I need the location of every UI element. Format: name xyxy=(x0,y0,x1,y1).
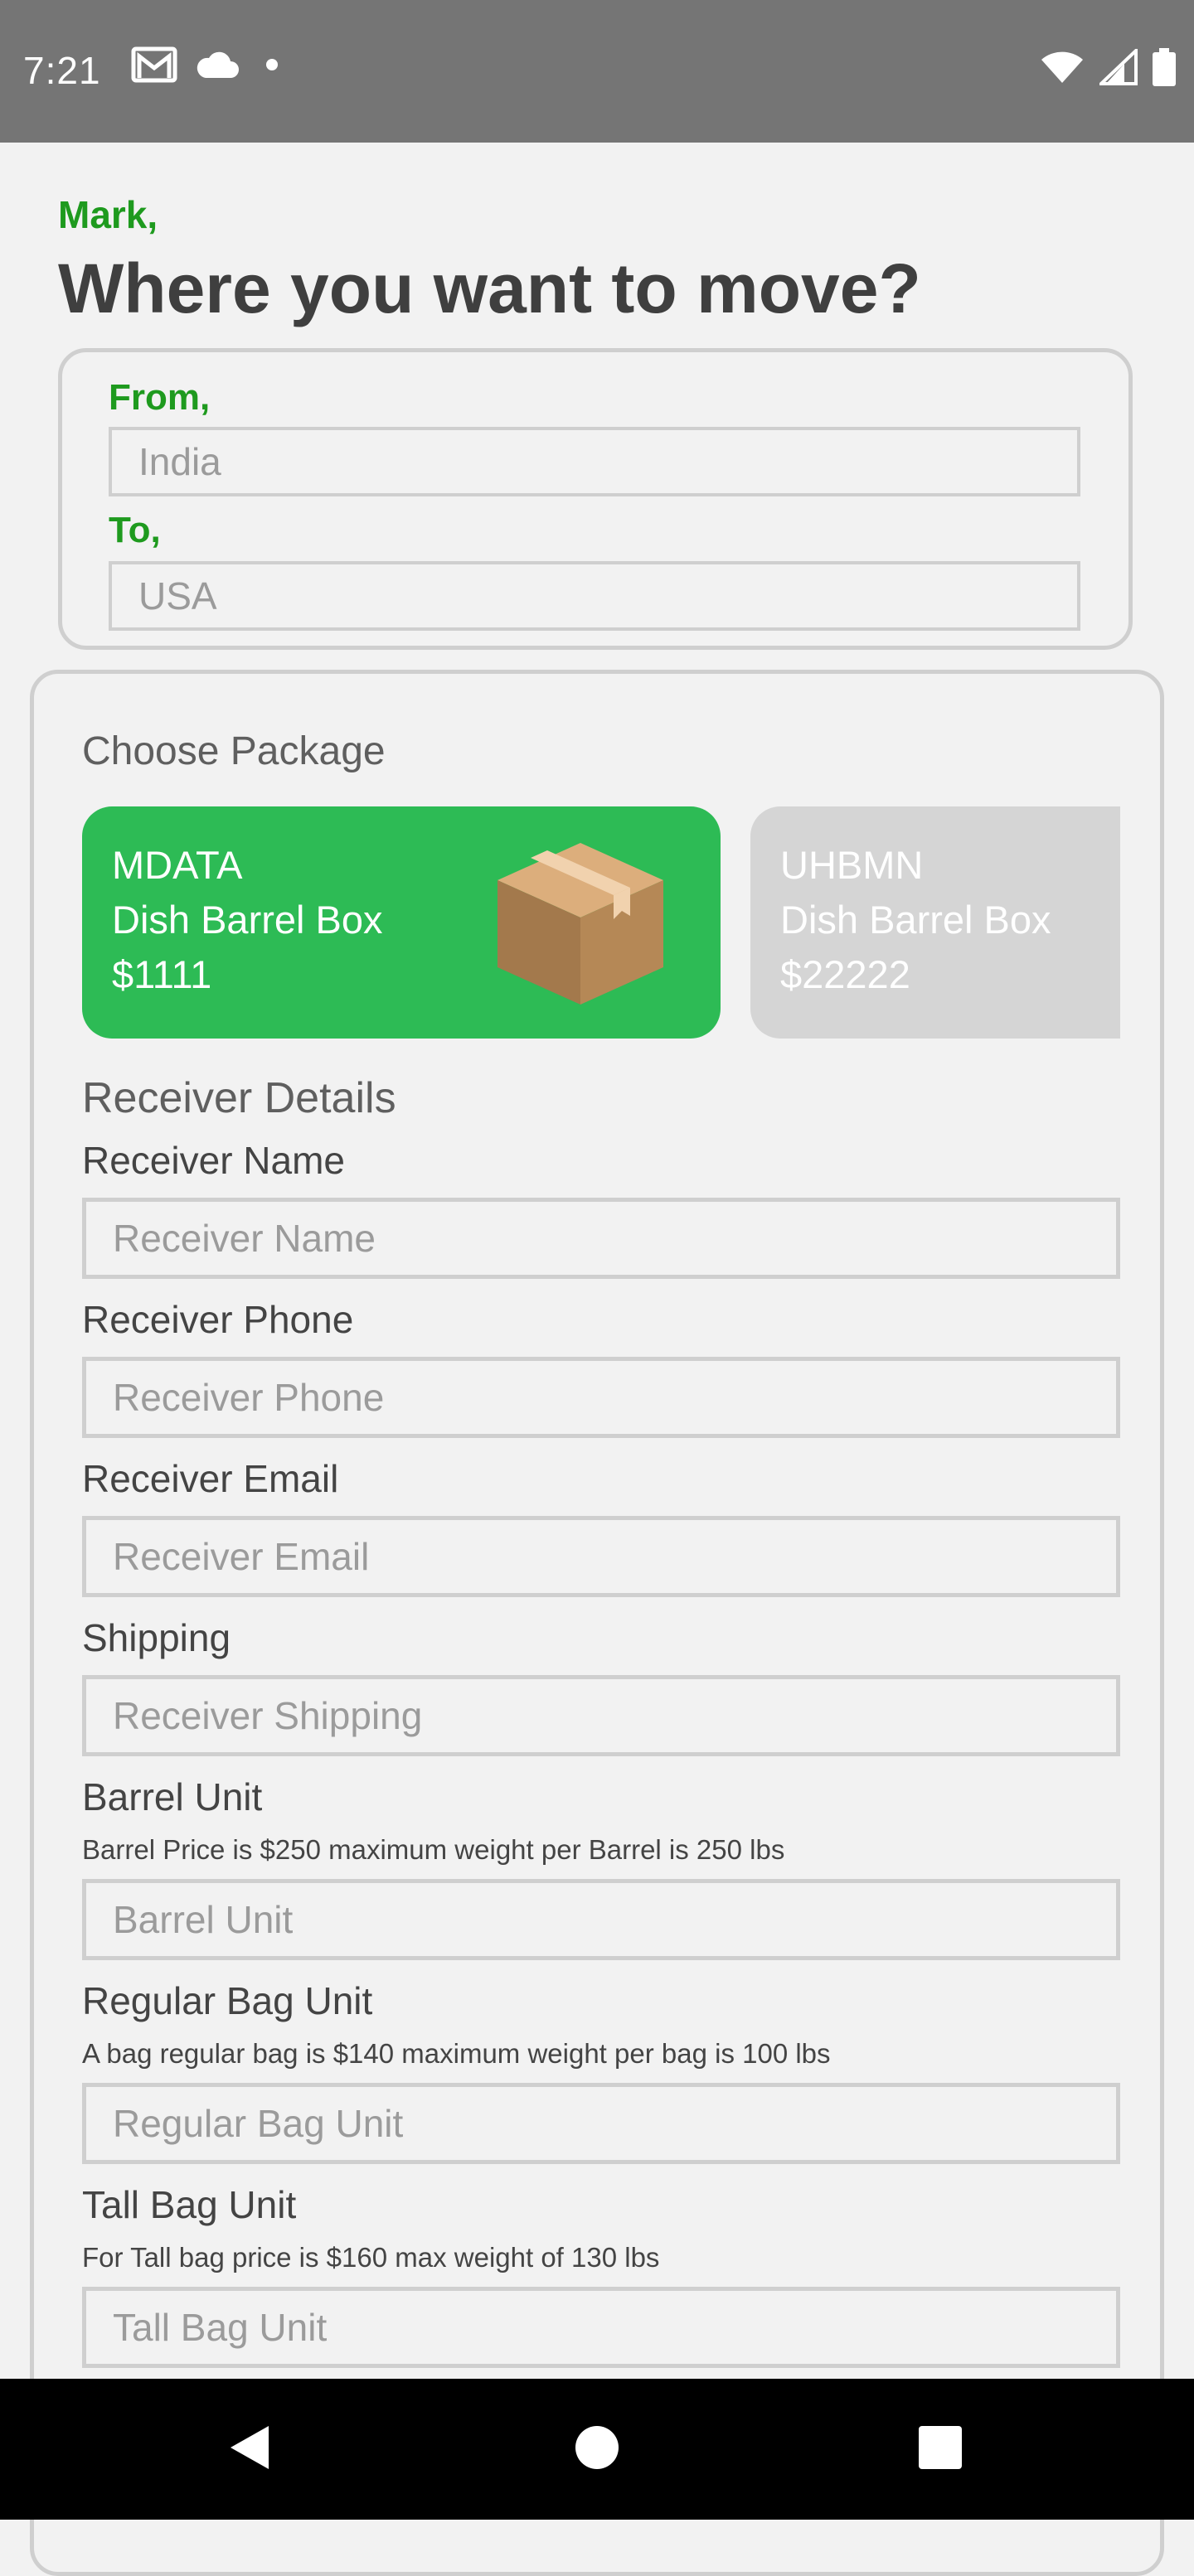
package-card-uhbmn[interactable]: UHBMN Dish Barrel Box $22222 xyxy=(750,806,1120,1039)
page-title: Where you want to move? xyxy=(58,249,921,327)
package-code: UHBMN xyxy=(780,843,924,887)
status-time: 7:21 xyxy=(23,49,101,92)
to-field[interactable] xyxy=(109,561,1080,631)
to-label: To, xyxy=(109,510,161,550)
receiver-phone-field[interactable] xyxy=(82,1357,1120,1438)
route-card: From, To, xyxy=(58,348,1133,650)
package-card-mdata[interactable]: MDATA Dish Barrel Box $1111 xyxy=(82,806,721,1039)
shipping-field[interactable] xyxy=(82,1675,1120,1756)
cloud-icon xyxy=(196,50,239,80)
from-field[interactable] xyxy=(109,427,1080,496)
battery-icon xyxy=(1153,48,1176,86)
receiver-details-title: Receiver Details xyxy=(82,1074,396,1122)
greeting: Mark, xyxy=(58,193,158,236)
notification-icons xyxy=(131,46,287,83)
regular-bag-unit-label: Regular Bag Unit xyxy=(82,1979,373,2022)
gmail-icon xyxy=(131,46,177,83)
box-icon xyxy=(493,835,667,1023)
receiver-email-field[interactable] xyxy=(82,1516,1120,1597)
recents-button[interactable] xyxy=(891,2379,990,2520)
receiver-phone-label: Receiver Phone xyxy=(82,1298,354,1341)
barrel-unit-field[interactable] xyxy=(82,1879,1120,1960)
tall-bag-unit-help: For Tall bag price is $160 max weight of… xyxy=(82,2242,660,2273)
barrel-unit-help: Barrel Price is $250 maximum weight per … xyxy=(82,1834,785,1865)
package-name: Dish Barrel Box xyxy=(780,898,1051,942)
dot-icon xyxy=(257,50,287,80)
back-button[interactable] xyxy=(199,2379,298,2520)
tall-bag-unit-field[interactable] xyxy=(82,2287,1120,2368)
status-bar: 7:21 xyxy=(0,0,1194,143)
receiver-name-label: Receiver Name xyxy=(82,1139,345,1182)
regular-bag-unit-help: A bag regular bag is $140 maximum weight… xyxy=(82,2038,831,2069)
regular-bag-unit-field[interactable] xyxy=(82,2083,1120,2164)
receiver-email-label: Receiver Email xyxy=(82,1457,339,1500)
barrel-unit-label: Barrel Unit xyxy=(82,1775,263,1818)
tall-bag-unit-label: Tall Bag Unit xyxy=(82,2183,297,2226)
shipping-label: Shipping xyxy=(82,1616,231,1659)
back-icon xyxy=(226,2423,272,2477)
recents-icon xyxy=(917,2424,963,2475)
wifi-icon xyxy=(1040,50,1085,85)
home-button[interactable] xyxy=(547,2379,647,2520)
receiver-name-field[interactable] xyxy=(82,1198,1120,1279)
home-icon xyxy=(574,2424,620,2475)
order-form-card: Choose Package MDATA Dish Barrel Box $11… xyxy=(30,670,1164,2576)
package-price: $22222 xyxy=(780,952,910,996)
system-icons xyxy=(1040,48,1176,86)
navigation-bar xyxy=(0,2379,1194,2520)
from-label: From, xyxy=(109,377,211,418)
signal-icon xyxy=(1099,49,1138,85)
choose-package-title: Choose Package xyxy=(82,729,386,773)
